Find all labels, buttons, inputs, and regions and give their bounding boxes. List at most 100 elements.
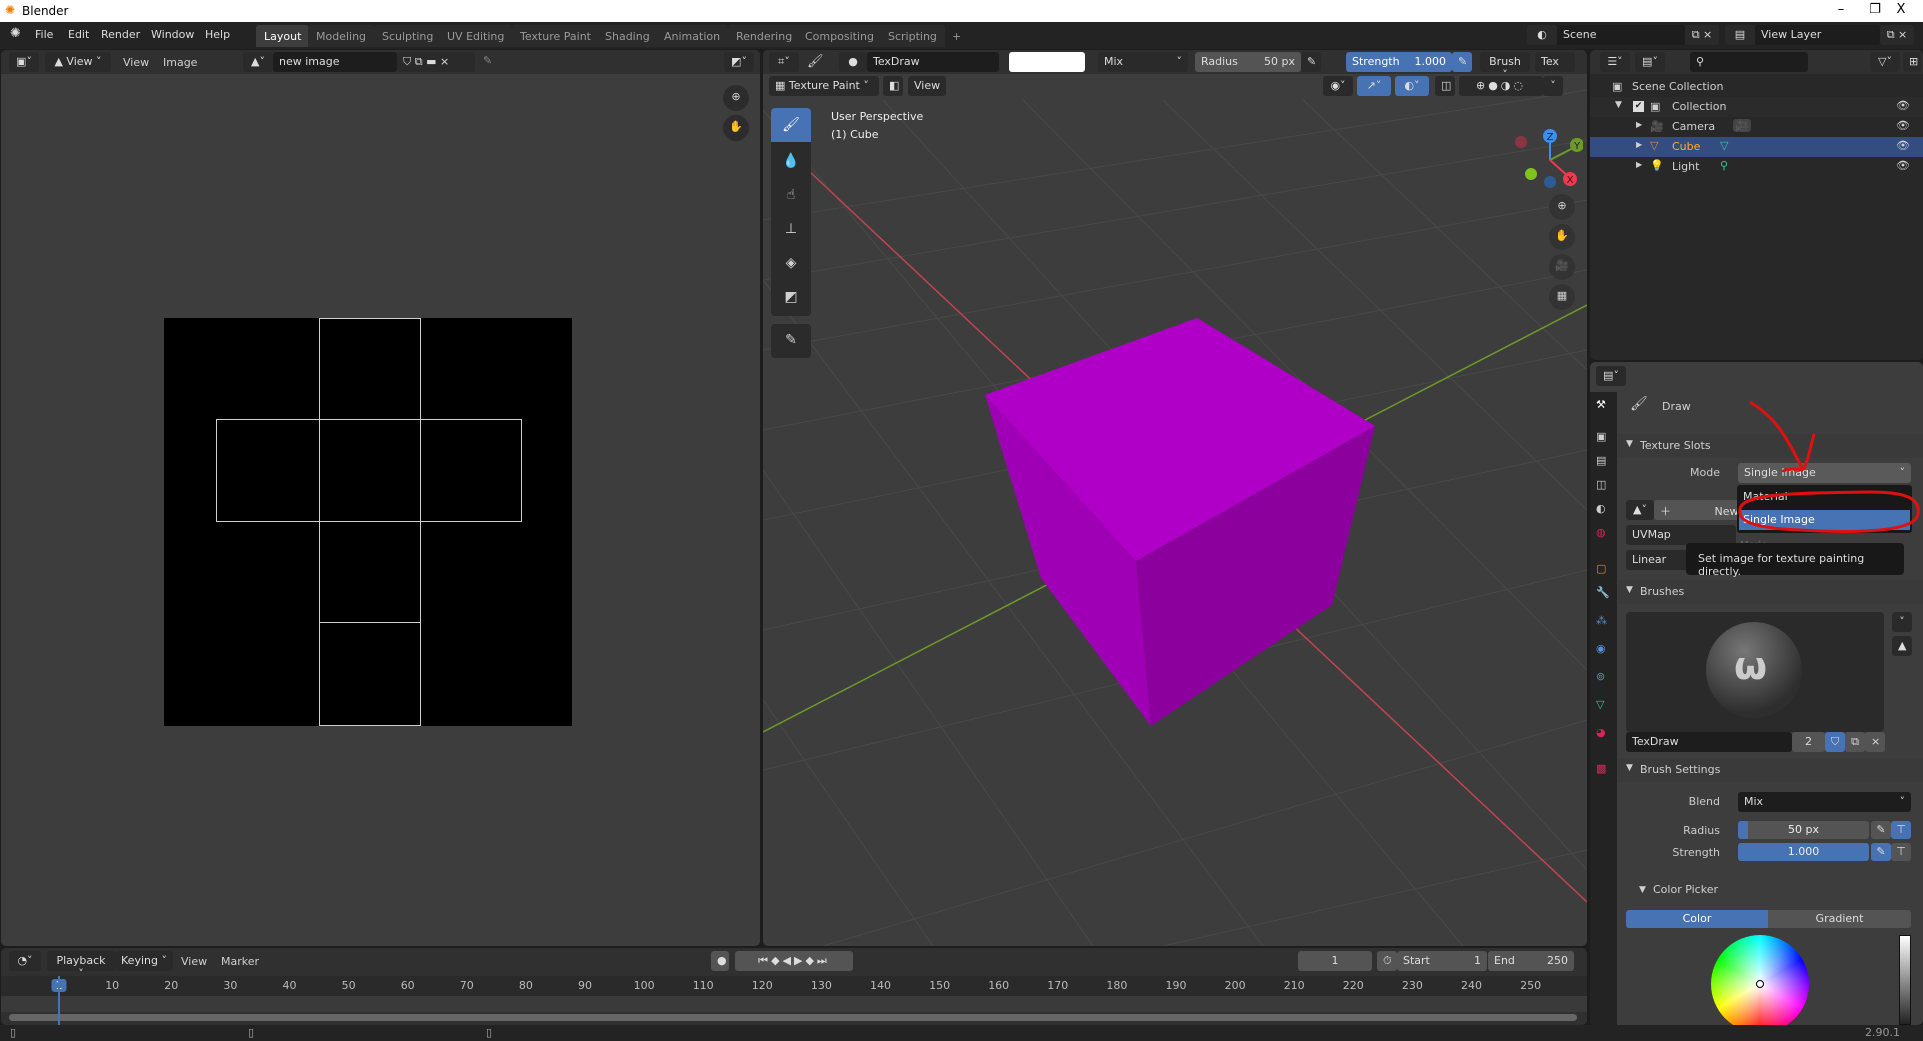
minimize-button[interactable]: – [1826, 2, 1856, 17]
render-tab-icon[interactable]: ▣ [1596, 430, 1606, 443]
open-image-icon[interactable]: ▬ [426, 55, 440, 68]
brush-color-swatch[interactable] [1009, 52, 1085, 72]
keying-menu[interactable]: Keying ˅ [115, 951, 173, 971]
menu-edit[interactable]: Edit [68, 28, 89, 41]
pin-icon[interactable]: ✎ [483, 54, 492, 67]
strength-slider[interactable]: Strength 1.000 [1346, 52, 1452, 72]
outliner-row-light[interactable]: ▶ 💡 Light ⚲ 👁 [1590, 157, 1923, 177]
fake-user-shield-icon[interactable]: ⛉ [1825, 732, 1845, 752]
tab-texture-paint[interactable]: Texture Paint [512, 25, 599, 47]
editor-type-icon[interactable]: ▣˅ [9, 52, 39, 72]
object-tab-icon[interactable]: ▢ [1596, 562, 1606, 575]
tab-layout[interactable]: Layout [256, 25, 310, 47]
scene-tab-icon[interactable]: ◐ [1596, 502, 1606, 515]
current-frame-field[interactable]: 1 [1298, 951, 1372, 971]
paint-mask-icon[interactable]: ◧ [883, 76, 903, 96]
draw-tool-icon[interactable]: 🖌 [771, 108, 811, 142]
menu-image[interactable]: Image [163, 56, 197, 69]
scene-browse-icon[interactable]: ◐ [1527, 25, 1557, 45]
scene-name-field[interactable]: Scene [1557, 25, 1685, 45]
pan-hand-icon[interactable]: ✋ [723, 115, 749, 141]
overlay-toggle-icon[interactable]: ◐˅ [1395, 76, 1429, 96]
outliner-row-scene-collection[interactable]: ▣ Scene Collection [1590, 77, 1923, 97]
annotate-tool-icon[interactable]: ✎ [771, 324, 811, 358]
view-mode-dropdown[interactable]: ▲ View ˅ [45, 52, 111, 72]
frame-ruler[interactable]: 1102030405060708090100110120130140150160… [1, 976, 1587, 996]
mask-tool-icon[interactable]: ◩ [771, 280, 811, 314]
particles-tab-icon[interactable]: ⁂ [1596, 614, 1607, 627]
new-collection-icon[interactable]: ⊞ [1903, 52, 1921, 72]
brush-browse-icon[interactable]: ● [839, 52, 867, 72]
expand-arrow-icon[interactable]: ▶ [1636, 140, 1642, 149]
duplicate-brush-icon[interactable]: ⧉ [1845, 732, 1865, 752]
timeline-view-menu[interactable]: View [181, 955, 207, 968]
eye-icon[interactable]: 👁 [1896, 139, 1910, 152]
brush-settings-panel-header[interactable]: ▼ Brush Settings [1618, 758, 1923, 782]
new-image-icon[interactable]: ⧉ [415, 55, 426, 68]
zoom-icon[interactable]: ⊕ [1549, 194, 1575, 220]
value-slider[interactable] [1899, 935, 1911, 1025]
uv-image-canvas[interactable] [164, 318, 572, 726]
radius-slider[interactable]: 50 px [1738, 821, 1869, 839]
outliner-row-collection[interactable]: ▼ ✔ ▣ Collection 👁 [1590, 97, 1923, 117]
data-tab-icon[interactable]: ▽ [1596, 698, 1604, 711]
image-browse-icon[interactable]: ▲˅ [243, 52, 273, 72]
menu-render[interactable]: Render [101, 28, 140, 41]
tool-tab-icon[interactable]: ⚒ [1596, 398, 1606, 411]
soften-tool-icon[interactable]: 💧 [771, 144, 811, 178]
modifier-tab-icon[interactable]: 🔧 [1596, 586, 1610, 599]
eye-icon[interactable]: 👁 [1896, 99, 1910, 112]
playback-menu[interactable]: Playback ˅ [47, 951, 115, 980]
camera-data-icon[interactable]: 🎥 [1733, 119, 1751, 132]
eye-icon[interactable]: 👁 [1896, 159, 1910, 172]
visibility-icon[interactable]: ◉˅ [1323, 76, 1353, 96]
brush-list-toggle-icon[interactable]: ˅ [1892, 612, 1912, 632]
tab-modeling[interactable]: Modeling [308, 25, 375, 47]
radius-unit-icon[interactable]: ⊤ [1891, 821, 1911, 839]
unlink-brush-icon[interactable]: × [1865, 732, 1885, 752]
view-layer-field[interactable]: View Layer [1755, 25, 1880, 45]
color-wheel[interactable] [1711, 935, 1809, 1025]
tab-sculpting[interactable]: Sculpting [374, 25, 442, 47]
image-name-field[interactable]: new image [273, 52, 397, 72]
expand-arrow-icon[interactable]: ▶ [1636, 160, 1642, 169]
display-mode-icon[interactable]: ▤˅ [1635, 52, 1665, 72]
strength-pressure-icon[interactable]: ✎ [1871, 843, 1891, 861]
color-wheel-cursor[interactable] [1756, 980, 1764, 988]
outliner-editor-type-icon[interactable]: ☰˅ [1600, 52, 1630, 72]
strength-slider[interactable]: 1.000 [1738, 843, 1869, 861]
texture-menu[interactable]: Tex [1535, 52, 1575, 72]
tab-rendering[interactable]: Rendering [728, 25, 801, 47]
viewport-view-menu[interactable]: View [908, 76, 946, 96]
end-frame-field[interactable]: End 250 [1488, 951, 1574, 971]
clone-tool-icon[interactable]: ⊥ [771, 212, 811, 246]
custom-icon-toggle[interactable]: ▲ [1892, 636, 1912, 656]
menu-help[interactable]: Help [205, 28, 230, 41]
preview-range-icon[interactable]: ⏱ [1377, 951, 1397, 971]
constraints-tab-icon[interactable]: ⊚ [1596, 670, 1605, 683]
shading-options-icon[interactable]: ˅ [1543, 76, 1563, 96]
view-layer-tab-icon[interactable]: ◫ [1596, 478, 1606, 491]
expand-arrow-icon[interactable]: ▶ [1636, 120, 1642, 129]
texture-tab-icon[interactable]: ▩ [1596, 762, 1606, 775]
output-tab-icon[interactable]: ▤ [1596, 454, 1606, 467]
pan-hand-icon[interactable]: ✋ [1549, 224, 1575, 250]
playhead[interactable] [58, 976, 60, 1025]
brush-name-field[interactable]: TexDraw [867, 52, 999, 72]
eye-icon[interactable]: 👁 [1896, 119, 1910, 132]
tab-uv-editing[interactable]: UV Editing [439, 25, 513, 47]
expand-arrow-icon[interactable]: ▼ [1615, 100, 1622, 110]
brush-menu[interactable]: Brush ˅ [1480, 52, 1530, 81]
gradient-tab[interactable]: Gradient [1768, 910, 1911, 928]
checkbox-icon[interactable]: ✔ [1633, 101, 1644, 112]
tab-animation[interactable]: Animation [656, 25, 729, 47]
add-workspace-button[interactable]: + [944, 25, 969, 47]
gizmo-toggle-icon[interactable]: ↗˅ [1357, 76, 1391, 96]
tab-shading[interactable]: Shading [597, 25, 658, 47]
blend-dropdown[interactable]: Mix ˅ [1098, 52, 1188, 72]
physics-tab-icon[interactable]: ◉ [1596, 642, 1606, 655]
marker-menu[interactable]: Marker [221, 955, 259, 968]
fill-tool-icon[interactable]: ◈ [771, 246, 811, 280]
world-tab-icon[interactable]: ◍ [1596, 526, 1606, 539]
start-frame-field[interactable]: Start 1 [1397, 951, 1487, 971]
